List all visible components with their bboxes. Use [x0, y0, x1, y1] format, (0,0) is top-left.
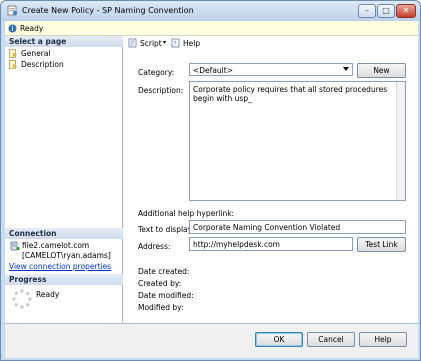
maximize-button[interactable]: □	[377, 4, 395, 18]
chevron-down-icon[interactable]	[343, 67, 349, 71]
policy-icon	[7, 5, 18, 16]
description-textarea[interactable]: Corporate policy requires that all store…	[189, 81, 406, 201]
chevron-down-icon[interactable]: ▾	[163, 39, 166, 46]
script-label: Script	[140, 39, 162, 48]
address-input[interactable]: http://myhelpdesk.com	[189, 237, 353, 251]
left-panel: Select a page General Description Connec…	[5, 36, 123, 322]
category-combo[interactable]: <Default>	[189, 63, 353, 76]
minimize-button[interactable]: –	[358, 4, 376, 18]
page-item-label: General	[21, 49, 51, 58]
category-label: Category:	[138, 68, 175, 77]
additional-help-label: Additional help hyperlink:	[138, 209, 235, 218]
title-bar: Create New Policy - SP Naming Convention…	[1, 1, 420, 21]
status-bar: Ready	[5, 21, 418, 36]
new-category-button[interactable]: New	[357, 63, 406, 78]
test-link-button[interactable]: Test Link	[357, 237, 406, 252]
progress-header: Progress	[5, 274, 123, 285]
dialog-button-bar: OK Cancel Help	[5, 323, 418, 358]
created-by-label: Created by:	[138, 279, 182, 288]
svg-text:?: ?	[174, 41, 177, 48]
script-icon	[128, 38, 137, 48]
progress-status: Ready	[36, 290, 60, 299]
text-to-display-label: Text to display:	[138, 225, 195, 234]
info-icon	[8, 24, 17, 33]
date-modified-label: Date modified:	[138, 291, 194, 300]
create-policy-window: Create New Policy - SP Naming Convention…	[0, 0, 421, 361]
dialog-body: Select a page General Description Connec…	[5, 36, 418, 358]
date-created-label: Date created:	[138, 267, 190, 276]
help-label: Help	[183, 39, 201, 48]
connection-server: file2.camelot.com	[22, 241, 90, 250]
modified-by-label: Modified by:	[138, 303, 184, 312]
connection-user: [CAMELOT\ryan.adams]	[22, 251, 111, 260]
help-button[interactable]: Help	[359, 332, 407, 347]
text-to-display-input[interactable]: Corporate Naming Convention Violated	[189, 220, 406, 234]
ok-button[interactable]: OK	[255, 332, 303, 347]
view-connection-properties-link[interactable]: View connection properties	[9, 262, 111, 271]
text-to-display-value: Corporate Naming Convention Violated	[193, 223, 341, 232]
page-icon	[9, 60, 18, 69]
cancel-button[interactable]: Cancel	[307, 332, 355, 347]
close-button[interactable]: ✕	[396, 4, 416, 18]
status-text: Ready	[20, 24, 44, 33]
page-icon	[9, 49, 18, 58]
select-page-header: Select a page	[5, 36, 123, 47]
progress-spinner-icon	[12, 289, 32, 309]
window-title: Create New Policy - SP Naming Convention	[22, 6, 194, 15]
description-label: Description:	[138, 86, 184, 95]
page-item-label: Description	[21, 60, 64, 69]
toolbar: Script ▾ ? Help	[124, 36, 418, 50]
description-scrollbar[interactable]	[396, 82, 405, 200]
connection-header: Connection	[5, 228, 123, 239]
address-value: http://myhelpdesk.com	[193, 240, 280, 249]
help-icon: ?	[171, 38, 180, 48]
category-value: <Default>	[193, 66, 233, 75]
description-value: Corporate policy requires that all store…	[193, 85, 388, 103]
server-icon	[10, 241, 20, 251]
address-label: Address:	[138, 242, 171, 251]
